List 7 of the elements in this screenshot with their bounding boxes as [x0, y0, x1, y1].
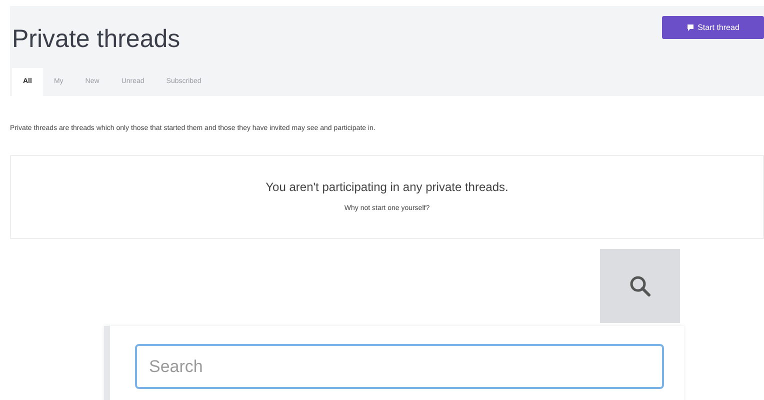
search-field[interactable]: Search	[135, 344, 664, 389]
search-toggle-button[interactable]	[600, 248, 680, 322]
empty-message: You aren't participating in any private threads.	[266, 179, 508, 196]
page-title: Private threads	[12, 24, 180, 54]
speech-bubble-icon	[686, 24, 694, 31]
search-icon	[629, 274, 651, 296]
start-thread-button[interactable]: Start thread	[662, 16, 764, 39]
